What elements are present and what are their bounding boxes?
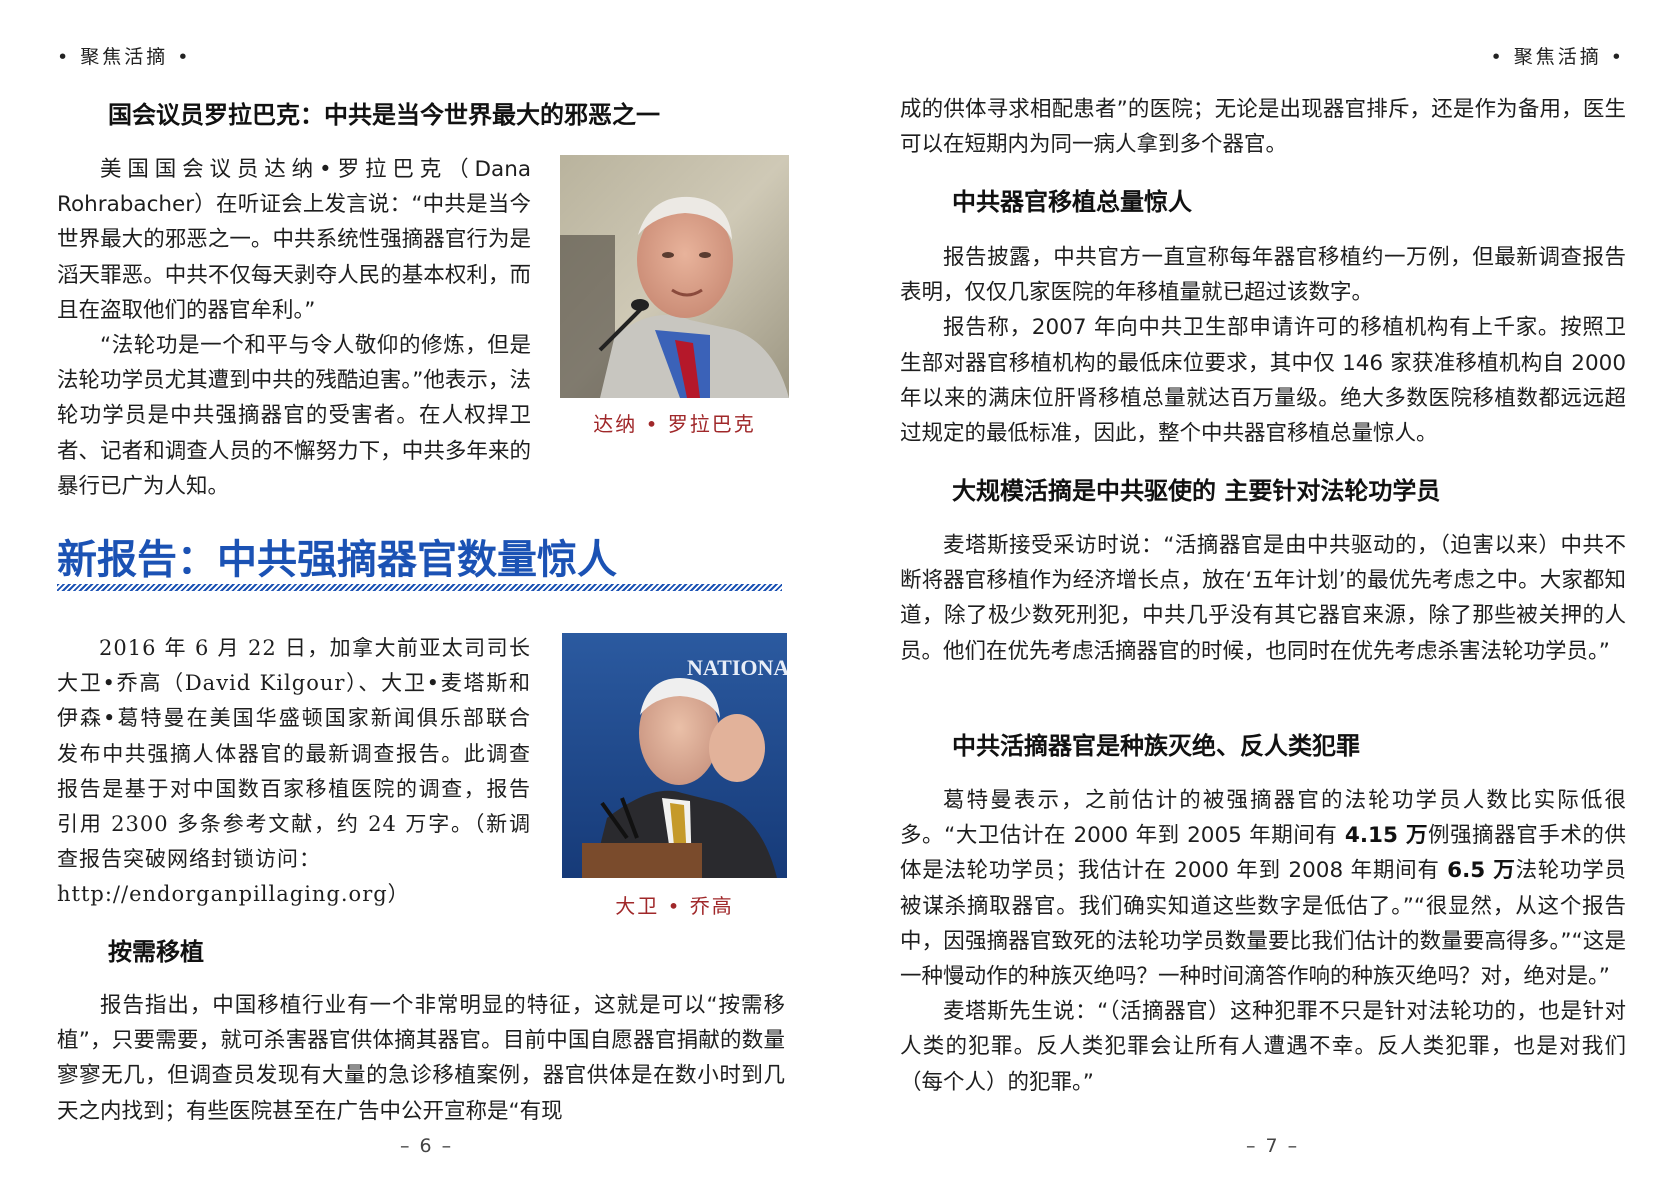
report-url: http://endorganpillaging.org） bbox=[57, 882, 410, 907]
title-underline bbox=[57, 584, 782, 591]
photo-caption: 大卫 • 乔高 bbox=[615, 894, 734, 918]
section-title-rohrabacher: 国会议员罗拉巴克：中共是当今世界最大的邪恶之一 bbox=[108, 101, 660, 129]
running-header: • 聚焦活摘 • bbox=[1490, 46, 1625, 68]
photo-caption: 达纳 • 罗拉巴克 bbox=[593, 412, 756, 436]
paragraph: 美国国会议员达纳•罗拉巴克（Dana Rohrabacher）在听证会上发言说：… bbox=[57, 157, 531, 323]
subhead-genocide: 中共活摘器官是种族灭绝、反人类犯罪 bbox=[952, 732, 1360, 760]
photo-rohrabacher bbox=[560, 155, 789, 398]
total-volume-text: 报告披露，中共官方一直宣称每年器官移植约一万例，但最新调查报告表明，仅仅几家医院… bbox=[900, 240, 1626, 451]
paragraph: “法轮功是一个和平与令人敬仰的修炼，但是法轮功学员尤其遭到中共的残酷迫害。”他表… bbox=[57, 333, 531, 499]
photo-kilgour: NATIONAL PRESS bbox=[562, 633, 787, 878]
left-page: • 聚焦活摘 • 国会议员罗拉巴克：中共是当今世界最大的邪恶之一 美国国会议员达… bbox=[0, 0, 839, 1190]
estimate-number: 4.15 万 bbox=[1344, 823, 1429, 849]
kilgour-portrait-icon: NATIONAL PRESS bbox=[562, 633, 787, 878]
sign-text: NATIONAL PRESS bbox=[687, 655, 787, 680]
paragraph: 麦塔斯先生说：“（活摘器官）这种犯罪不只是针对法轮功的，也是针对人类的犯罪。反人… bbox=[900, 999, 1626, 1095]
paragraph: 报告披露，中共官方一直宣称每年器官移植约一万例，但最新调查报告表明，仅仅几家医院… bbox=[900, 245, 1626, 306]
kilgour-text: 2016 年 6 月 22 日，加拿大前亚太司司长大卫•乔高（David Kil… bbox=[57, 631, 531, 913]
rohrabacher-portrait-icon bbox=[560, 155, 789, 398]
driven-by-ccp-text: 麦塔斯接受采访时说：“活摘器官是由中共驱动的，（迫害以来）中共不断将器官移植作为… bbox=[900, 528, 1626, 669]
subhead-total-volume: 中共器官移植总量惊人 bbox=[952, 188, 1192, 216]
running-header: • 聚焦活摘 • bbox=[57, 46, 192, 68]
paragraph: 葛特曼表示，之前估计的被强摘器官的法轮功学员人数比实际低很多。“大卫估计在 20… bbox=[900, 783, 1626, 994]
genocide-text: 葛特曼表示，之前估计的被强摘器官的法轮功学员人数比实际低很多。“大卫估计在 20… bbox=[900, 783, 1626, 1100]
estimate-number: 6.5 万 bbox=[1447, 858, 1516, 884]
paragraph: 成的供体寻求相配患者”的医院；无论是出现器官排斥，还是作为备用，医生可以在短期内… bbox=[900, 97, 1626, 158]
paragraph: 报告称，2007 年向中共卫生部申请许可的移植机构有上千家。按照卫生部对器官移植… bbox=[900, 315, 1626, 447]
paragraph: 麦塔斯接受采访时说：“活摘器官是由中共驱动的，（迫害以来）中共不断将器官移植作为… bbox=[900, 533, 1626, 664]
paragraph: 2016 年 6 月 22 日，加拿大前亚太司司长大卫•乔高（David Kil… bbox=[57, 636, 531, 872]
page-number: – 6 – bbox=[400, 1135, 454, 1157]
continuation-text: 成的供体寻求相配患者”的医院；无论是出现器官排斥，还是作为备用，医生可以在短期内… bbox=[900, 92, 1626, 162]
page-number: – 7 – bbox=[1246, 1135, 1300, 1157]
right-page: • 聚焦活摘 • 成的供体寻求相配患者”的医院；无论是出现器官排斥，还是作为备用… bbox=[839, 0, 1678, 1190]
subhead-on-demand: 按需移植 bbox=[108, 938, 204, 966]
rohrabacher-text: 美国国会议员达纳•罗拉巴克（Dana Rohrabacher）在听证会上发言说：… bbox=[57, 152, 531, 504]
subhead-driven-by-ccp: 大规模活摘是中共驱使的 主要针对法轮功学员 bbox=[952, 477, 1441, 505]
main-title: 新报告：中共强摘器官数量惊人 bbox=[57, 537, 617, 583]
paragraph: 报告指出，中国移植行业有一个非常明显的特征，这就是可以“按需移植”，只要需要，就… bbox=[57, 993, 785, 1124]
on-demand-text: 报告指出，中国移植行业有一个非常明显的特征，这就是可以“按需移植”，只要需要，就… bbox=[57, 988, 785, 1129]
